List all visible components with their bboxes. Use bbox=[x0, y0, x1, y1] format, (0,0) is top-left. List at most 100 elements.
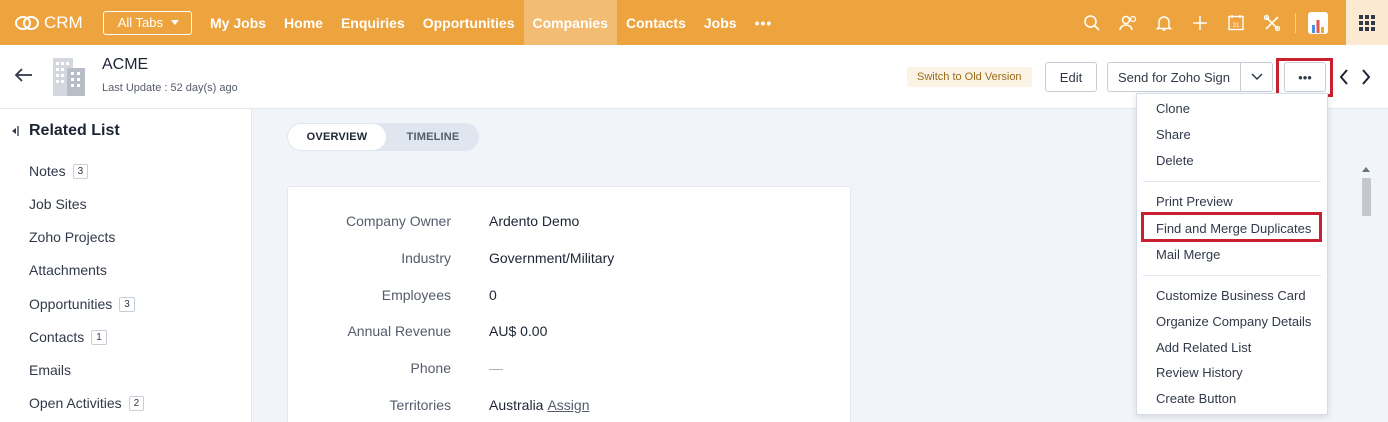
nav-divider bbox=[1295, 12, 1296, 33]
territory-value[interactable]: Australia bbox=[489, 397, 543, 413]
chevron-down-icon bbox=[171, 20, 180, 25]
related-item-opportunities[interactable]: Opportunities 3 bbox=[29, 296, 135, 312]
menu-item-mail-merge[interactable]: Mail Merge bbox=[1156, 247, 1220, 262]
menu-item-share[interactable]: Share bbox=[1156, 127, 1191, 142]
tab-contacts[interactable]: Contacts bbox=[617, 0, 695, 45]
related-item-label: Attachments bbox=[29, 262, 107, 278]
related-item-emails[interactable]: Emails bbox=[29, 362, 71, 378]
highlight-more-actions bbox=[1276, 58, 1333, 97]
user-avatar[interactable] bbox=[1308, 11, 1328, 34]
count-badge: 1 bbox=[91, 329, 107, 345]
field-label: Phone bbox=[410, 360, 451, 376]
related-item-notes[interactable]: Notes 3 bbox=[29, 163, 89, 179]
menu-item-create-button[interactable]: Create Button bbox=[1156, 391, 1236, 406]
field-row: Industry Government/Military bbox=[288, 250, 852, 270]
field-row: Phone — bbox=[288, 360, 852, 380]
menu-item-clone[interactable]: Clone bbox=[1156, 101, 1190, 116]
nav-utility-icons: 31 bbox=[1081, 0, 1328, 45]
field-row: Company Owner Ardento Demo bbox=[288, 213, 852, 233]
field-label: Employees bbox=[381, 287, 451, 303]
bell-icon[interactable] bbox=[1153, 12, 1175, 34]
menu-item-customize-business-card[interactable]: Customize Business Card bbox=[1156, 288, 1306, 303]
related-list-sidebar: Related List Notes 3 Job Sites Zoho Proj… bbox=[0, 109, 252, 422]
field-label: Industry bbox=[401, 250, 451, 266]
zoho-sign-button[interactable]: Send for Zoho Sign bbox=[1107, 62, 1241, 92]
field-row: Employees 0 bbox=[288, 287, 852, 307]
field-label: Company Owner bbox=[345, 213, 451, 229]
tab-companies[interactable]: Companies bbox=[523, 0, 617, 45]
field-value[interactable]: AU$ 0.00 bbox=[489, 323, 547, 339]
field-value[interactable]: 0 bbox=[489, 287, 497, 303]
field-row: Territories Australia Assign bbox=[288, 397, 852, 417]
count-badge: 3 bbox=[119, 296, 135, 312]
back-arrow-icon[interactable] bbox=[14, 67, 34, 88]
field-value[interactable]: — bbox=[489, 360, 503, 376]
zoho-sign-dropdown-button[interactable] bbox=[1240, 62, 1273, 92]
field-label: Territories bbox=[389, 397, 451, 413]
scroll-up-icon[interactable] bbox=[1362, 167, 1370, 172]
next-record-icon[interactable] bbox=[1361, 68, 1371, 91]
scrollbar[interactable] bbox=[1358, 160, 1374, 422]
record-title: ACME bbox=[102, 56, 149, 73]
related-item-label: Notes bbox=[29, 163, 66, 179]
assign-link[interactable]: Assign bbox=[547, 397, 589, 413]
more-actions-menu: Clone Share Delete Print Preview Find an… bbox=[1136, 93, 1328, 415]
tools-icon[interactable] bbox=[1261, 12, 1283, 34]
module-tabs: My Jobs Home Enquiries Opportunities Com… bbox=[201, 0, 781, 45]
top-navbar: CRM All Tabs My Jobs Home Enquiries Oppo… bbox=[0, 0, 1388, 45]
related-item-job-sites[interactable]: Job Sites bbox=[29, 196, 87, 212]
tab-my-jobs[interactable]: My Jobs bbox=[201, 0, 275, 45]
switch-old-version-button[interactable]: Switch to Old Version bbox=[907, 67, 1032, 87]
last-update-text: Last Update : 52 day(s) ago bbox=[102, 82, 238, 94]
related-item-open-activities[interactable]: Open Activities 2 bbox=[29, 395, 145, 411]
apps-grid-button[interactable] bbox=[1346, 0, 1388, 45]
tab-enquiries[interactable]: Enquiries bbox=[332, 0, 414, 45]
crm-logo-icon bbox=[15, 15, 39, 30]
menu-divider bbox=[1143, 275, 1321, 276]
all-tabs-dropdown[interactable]: All Tabs bbox=[102, 10, 193, 35]
related-list-header: Related List bbox=[11, 122, 120, 140]
menu-divider bbox=[1143, 181, 1321, 182]
more-tabs-button[interactable]: ••• bbox=[746, 0, 782, 45]
previous-record-icon[interactable] bbox=[1339, 68, 1349, 91]
tab-timeline[interactable]: TIMELINE bbox=[390, 124, 476, 150]
related-item-attachments[interactable]: Attachments bbox=[29, 262, 107, 278]
tab-opportunities[interactable]: Opportunities bbox=[414, 0, 524, 45]
menu-item-organize-company-details[interactable]: Organize Company Details bbox=[1156, 314, 1311, 329]
collapse-sidebar-icon[interactable] bbox=[11, 125, 19, 137]
building-icon bbox=[49, 54, 89, 103]
app-name: CRM bbox=[44, 12, 83, 32]
svg-text:31: 31 bbox=[1233, 23, 1240, 29]
related-item-zoho-projects[interactable]: Zoho Projects bbox=[29, 229, 115, 245]
scrollbar-thumb[interactable] bbox=[1362, 178, 1371, 216]
edit-button[interactable]: Edit bbox=[1045, 62, 1097, 92]
all-tabs-label: All Tabs bbox=[117, 15, 164, 30]
tab-overview[interactable]: OVERVIEW bbox=[288, 124, 386, 150]
count-badge: 3 bbox=[72, 163, 89, 179]
search-icon[interactable] bbox=[1081, 12, 1103, 34]
related-item-label: Zoho Projects bbox=[29, 229, 116, 245]
plus-icon[interactable] bbox=[1189, 12, 1211, 34]
tab-jobs[interactable]: Jobs bbox=[695, 0, 746, 45]
field-row: Annual Revenue AU$ 0.00 bbox=[288, 323, 852, 343]
related-item-contacts[interactable]: Contacts 1 bbox=[29, 329, 107, 345]
menu-item-review-history[interactable]: Review History bbox=[1156, 365, 1243, 380]
related-list-title: Related List bbox=[29, 122, 120, 139]
crm-logo[interactable]: CRM bbox=[14, 13, 83, 33]
field-value[interactable]: Government/Military bbox=[489, 250, 614, 266]
field-value[interactable]: Ardento Demo bbox=[489, 213, 579, 229]
contacts-icon[interactable] bbox=[1117, 12, 1139, 34]
calendar-icon[interactable]: 31 bbox=[1225, 12, 1247, 34]
related-item-label: Emails bbox=[29, 362, 72, 378]
details-card: Company Owner Ardento Demo Industry Gove… bbox=[287, 186, 851, 422]
field-value: Australia Assign bbox=[489, 397, 590, 413]
field-label: Annual Revenue bbox=[347, 323, 451, 339]
chevron-down-icon bbox=[1250, 73, 1263, 81]
menu-item-delete[interactable]: Delete bbox=[1156, 153, 1194, 168]
menu-item-add-related-list[interactable]: Add Related List bbox=[1156, 340, 1251, 355]
related-item-label: Open Activities bbox=[29, 395, 122, 411]
grid-icon bbox=[1359, 14, 1375, 31]
menu-item-print-preview[interactable]: Print Preview bbox=[1156, 194, 1233, 209]
count-badge: 2 bbox=[128, 395, 145, 411]
tab-home[interactable]: Home bbox=[275, 0, 332, 45]
